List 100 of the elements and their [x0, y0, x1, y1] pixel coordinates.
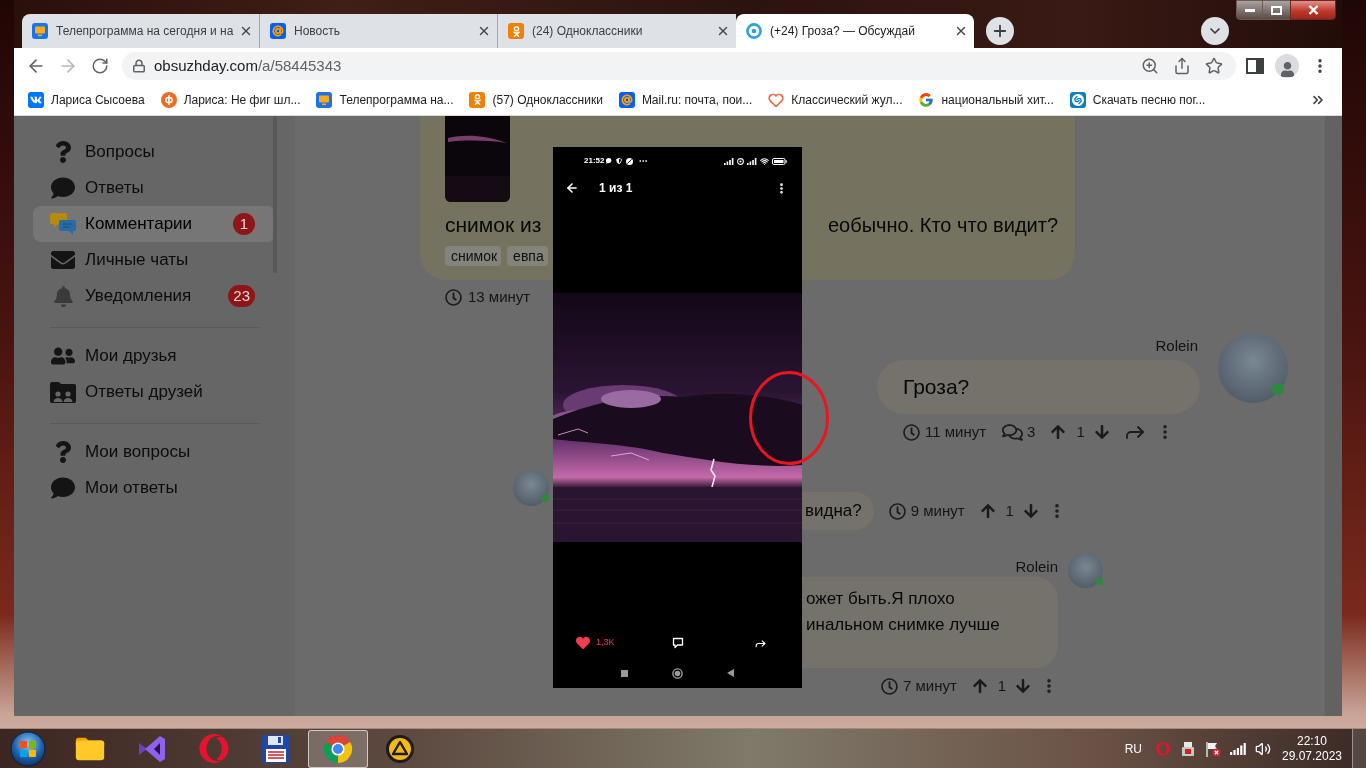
author-name[interactable]: Rolein: [1015, 558, 1058, 576]
square-icon: [621, 669, 628, 677]
bookmark[interactable]: (57) Одноклассники: [463, 87, 609, 112]
swirl-tile-icon: [1069, 91, 1086, 108]
scrollbar[interactable]: [1325, 116, 1342, 716]
count-badge: 23: [228, 285, 255, 307]
address-field[interactable]: obsuzhday.com/a/58445343: [122, 52, 1236, 80]
tab[interactable]: Новость: [260, 14, 498, 48]
vk-logo-icon: [28, 91, 44, 108]
bookmark[interactable]: Лариса: Не фиг шл...: [154, 87, 307, 112]
bell-icon: [52, 285, 74, 307]
minimize-button[interactable]: [1236, 0, 1263, 20]
timestamp: 11 минут: [925, 423, 987, 441]
signal-bars-icon: [747, 157, 757, 165]
ring-icon: [746, 23, 762, 39]
arrow-down-icon[interactable]: [1093, 424, 1110, 440]
triangle-disc-icon: [385, 733, 415, 764]
chrome-logo-icon: [323, 733, 353, 764]
tab[interactable]: Телепрограмма на сегодня и на: [22, 14, 260, 48]
start-orb-icon[interactable]: [10, 730, 46, 767]
person-icon[interactable]: [1275, 54, 1299, 78]
sidebar-item[interactable]: Комментарии 1: [33, 206, 275, 242]
arrow-up-icon[interactable]: [971, 678, 988, 694]
close-icon[interactable]: [716, 24, 730, 38]
heart-icon: [768, 91, 785, 108]
share-icon[interactable]: [1173, 57, 1191, 75]
tag[interactable]: евпа: [507, 246, 548, 266]
clock-time: 22:10: [1297, 733, 1327, 749]
clock-icon: [445, 288, 462, 306]
close-button[interactable]: [1290, 0, 1336, 20]
signal-bars-icon[interactable]: [1229, 742, 1246, 755]
circle-icon: [672, 667, 683, 679]
arrow-left-icon: [565, 181, 579, 195]
google-logo-icon: [918, 91, 935, 108]
speech-bubble-icon: [51, 476, 75, 500]
show-desktop-button[interactable]: [1352, 728, 1366, 768]
bookmark[interactable]: Лариса Сысоева: [22, 87, 151, 112]
arrow-up-icon[interactable]: [1050, 424, 1067, 440]
like-count: 1,3K: [596, 636, 615, 650]
monitor-icon: [316, 91, 333, 108]
vote-count: 1: [1076, 423, 1085, 441]
close-icon[interactable]: [477, 24, 491, 38]
triangle-icon: [727, 669, 734, 677]
minimize-icon: [1244, 8, 1255, 12]
timestamp: 7 минут: [903, 677, 957, 695]
flag-error-icon[interactable]: [1204, 740, 1221, 757]
arrow-down-icon[interactable]: [1022, 503, 1039, 519]
new-tab-button[interactable]: [986, 17, 1014, 45]
close-icon[interactable]: [239, 24, 253, 38]
bookmark[interactable]: Скачать песню пог...: [1063, 87, 1212, 112]
device-icon[interactable]: [1180, 740, 1195, 757]
magnifier-plus-icon[interactable]: [1141, 57, 1159, 75]
bookmark[interactable]: Телепрограмма на...: [310, 87, 460, 112]
at-sign-icon: [270, 23, 286, 39]
close-icon: [1307, 5, 1319, 15]
speech-bubbles-icon: [1002, 421, 1024, 443]
speech-bubbles-icon: [50, 212, 76, 236]
author-name[interactable]: Rolein: [1155, 337, 1198, 355]
arrow-down-icon[interactable]: [1015, 678, 1032, 694]
tab-search-button[interactable]: [1201, 17, 1229, 45]
image-counter: 1 из 1: [599, 180, 633, 197]
letter-circle-icon: [160, 91, 177, 108]
monitor-icon: [32, 23, 48, 39]
slash-circle-icon: [626, 157, 634, 165]
tag[interactable]: снимок: [445, 246, 502, 266]
ribbon-logo-icon: [137, 733, 167, 764]
bookmark[interactable]: Mail.ru: почта, пои...: [612, 87, 759, 112]
clock-icon: [881, 677, 898, 695]
bookmark[interactable]: Классический жул...: [762, 87, 909, 112]
circle-icon: [737, 157, 744, 165]
maximize-button[interactable]: [1263, 0, 1290, 20]
post-text: снимок из: [445, 212, 542, 239]
arrow-up-icon[interactable]: [979, 503, 996, 519]
close-icon[interactable]: [954, 24, 968, 38]
side-panel-icon[interactable]: [1246, 58, 1264, 74]
bookmark[interactable]: национальный хит...: [912, 87, 1060, 112]
battery-icon: [772, 157, 787, 165]
lock-icon: [132, 59, 146, 73]
signal-bars-icon: [724, 157, 734, 165]
taskbar-button[interactable]: [308, 729, 368, 768]
message-icon: [606, 158, 613, 164]
sidebar-item[interactable]: Уведомления 23: [33, 278, 275, 314]
shield-icon: [616, 158, 623, 164]
post-text: еобычно. Кто что видит?: [828, 213, 1058, 238]
speaker-icon[interactable]: [1254, 740, 1271, 757]
speech-bubble-icon: [671, 637, 684, 649]
tab[interactable]: (24) Одноклассники: [498, 14, 736, 48]
figure-tile-icon: [508, 23, 524, 39]
status-time: 21:52: [584, 156, 605, 166]
count-badge: 1: [233, 213, 255, 235]
speech-bubble-icon: [51, 176, 75, 200]
plus-icon: [991, 22, 1009, 40]
reload-icon[interactable]: [91, 57, 109, 75]
star-icon[interactable]: [1205, 57, 1223, 75]
language-indicator[interactable]: RU: [1124, 739, 1142, 758]
clock-icon: [903, 423, 920, 441]
tab[interactable]: (+24) Гроза? — Обсуждай: [736, 14, 974, 48]
timestamp: 9 минут: [910, 502, 965, 520]
comment-bubble: видна?: [802, 492, 874, 530]
vote-count: 1: [1005, 502, 1014, 520]
